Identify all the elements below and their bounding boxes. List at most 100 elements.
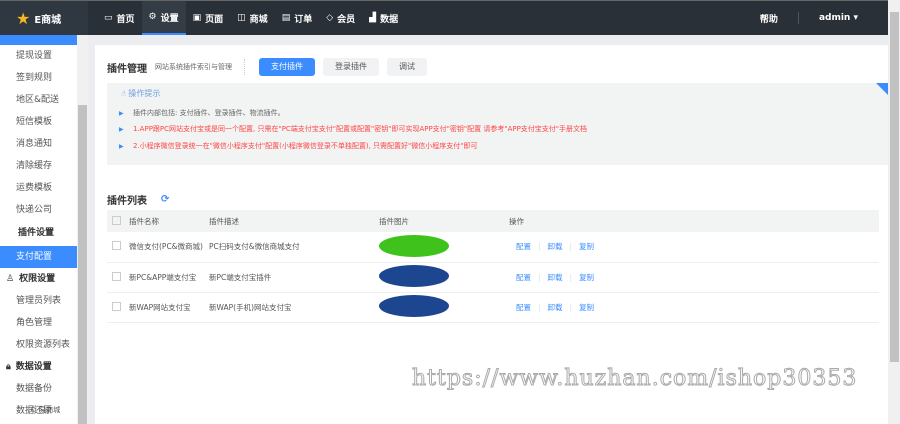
wechat-pay-logo bbox=[379, 234, 449, 257]
row-checkbox[interactable] bbox=[112, 271, 121, 281]
help-link[interactable]: 帮助 bbox=[760, 12, 778, 25]
nav-settings[interactable]: ⚙ 设置 bbox=[141, 1, 186, 35]
uninstall-link[interactable]: 卸载 bbox=[548, 273, 563, 282]
page-scrollbar[interactable] bbox=[888, 0, 900, 424]
chart-icon: ▟ bbox=[369, 13, 377, 23]
username: admin bbox=[818, 13, 851, 23]
tab-payment-plugins[interactable]: 支付插件 bbox=[259, 58, 315, 76]
nav-label: 设置 bbox=[160, 13, 179, 24]
tab-login-plugins[interactable]: 登录插件 bbox=[323, 58, 379, 76]
main-nav: ▭ 首页 ⚙ 设置 ▣ 页面 ◫ 商城 ▤ 订单 ◇ 会员 ▟ 数据 bbox=[97, 1, 405, 35]
watermark: https://www.huzhan.com/ishop30353 bbox=[411, 366, 858, 392]
sidebar-item[interactable]: 管理员列表 bbox=[0, 290, 77, 312]
top-bar: ★ E商城 ▭ 首页 ⚙ 设置 ▣ 页面 ◫ 商城 ▤ 订单 ◇ 会员 ▟ 数据 帮助 admi… bbox=[0, 0, 888, 35]
nav-label: 商城 bbox=[249, 14, 268, 25]
col-image: 插件图片 bbox=[379, 210, 509, 232]
sidebar-item[interactable]: 权限资源列表 bbox=[0, 334, 77, 356]
table-row: 微信支付(PC&微商城) PC扫码支付&微信商城支付 配置 | 卸载 | 复制 bbox=[107, 232, 879, 263]
nav-label: 页面 bbox=[205, 14, 224, 25]
config-link[interactable]: 配置 bbox=[516, 303, 531, 312]
sidebar-item-partial[interactable] bbox=[0, 35, 77, 45]
sidebar-item[interactable]: 地区&配送 bbox=[0, 89, 77, 111]
copy-link[interactable]: 复制 bbox=[579, 273, 594, 282]
tips-panel: ☝ 操作提示 插件内部包括: 支付插件、登录插件、物流插件。 1.APP跟PC网… bbox=[107, 83, 888, 165]
nav-label: 首页 bbox=[116, 14, 135, 25]
copyright: © 易商城 bbox=[30, 406, 61, 414]
sidebar-scrollbar[interactable] bbox=[77, 35, 88, 424]
alipay-logo bbox=[379, 295, 449, 317]
sidebar-item[interactable]: 数据备份 bbox=[0, 378, 77, 400]
monitor-icon: ▭ bbox=[104, 13, 113, 23]
sidebar-item[interactable]: 运费模板 bbox=[0, 177, 77, 199]
caret-down-icon: ▾ bbox=[853, 13, 858, 23]
sidebar-item[interactable]: 签到规则 bbox=[0, 67, 77, 89]
sidebar-item[interactable]: 提现设置 bbox=[0, 45, 77, 67]
group-label: 数据设置 bbox=[15, 362, 52, 372]
nav-label: 数据 bbox=[380, 14, 399, 25]
bag-icon: ◫ bbox=[237, 13, 246, 23]
plugin-desc: PC扫码支付&微信商城支付 bbox=[209, 232, 379, 263]
sidebar-group-permission[interactable]: ♙ 权限设置 bbox=[0, 268, 77, 290]
order-icon: ▤ bbox=[281, 13, 291, 23]
nav-orders[interactable]: ▤ 订单 bbox=[275, 1, 320, 35]
page-icon: ▣ bbox=[192, 13, 202, 23]
user-icon: ♙ bbox=[6, 274, 15, 284]
nav-pages[interactable]: ▣ 页面 bbox=[186, 1, 231, 35]
diamond-icon: ◇ bbox=[326, 13, 334, 23]
nav-label: 会员 bbox=[337, 14, 356, 25]
collapse-corner[interactable] bbox=[876, 83, 888, 95]
tip-line: 2.小程序微信登录统一在"微信小程序支付"配置(小程序微信登录不单独配置), 只… bbox=[119, 140, 679, 153]
tip-line: 插件内部包括: 支付插件、登录插件、物流插件。 bbox=[119, 107, 679, 120]
row-checkbox[interactable] bbox=[112, 301, 121, 311]
plugin-desc: 新PC端支付宝插件 bbox=[209, 262, 379, 293]
tab-debug[interactable]: 调试 bbox=[387, 58, 427, 76]
uninstall-link[interactable]: 卸载 bbox=[548, 303, 563, 312]
sidebar-item[interactable]: 短信模板 bbox=[0, 111, 77, 133]
config-link[interactable]: 配置 bbox=[516, 242, 531, 251]
nav-label: 订单 bbox=[294, 14, 313, 25]
refresh-icon[interactable]: ⟳ bbox=[161, 194, 169, 205]
sidebar-item[interactable]: 快递公司 bbox=[0, 199, 77, 221]
sidebar-group-plugin: 插件设置 bbox=[18, 228, 55, 238]
page-subtitle: 网站系统插件索引与管理 bbox=[155, 59, 245, 75]
plugin-table: 插件名称 插件描述 插件图片 操作 微信支付(PC&微商城) PC扫码支付&微信商… bbox=[107, 210, 879, 323]
col-ops: 操作 bbox=[509, 210, 879, 232]
table-header: 插件名称 插件描述 插件图片 操作 bbox=[107, 210, 879, 232]
list-title: 插件列表 bbox=[107, 196, 147, 207]
tip-line: 1.APP跟PC网站支付宝或是同一个配置, 只需在"PC端支付宝支付"配置或配置… bbox=[119, 123, 679, 136]
sidebar-group-a: 提现设置 签到规则 地区&配送 短信模板 消息通知 清除缓存 运费模板 快递公司 bbox=[0, 45, 77, 221]
plugin-desc: 新WAP(手机)网站支付宝 bbox=[209, 292, 379, 323]
sidebar-group-data[interactable]: 🔒︎ 数据设置 bbox=[0, 356, 77, 378]
col-name: 插件名称 bbox=[129, 210, 209, 232]
uninstall-link[interactable]: 卸载 bbox=[548, 242, 563, 251]
hand-icon: ☝ bbox=[121, 89, 126, 98]
sidebar-item[interactable]: 清除缓存 bbox=[0, 155, 77, 177]
copy-link[interactable]: 复制 bbox=[579, 242, 594, 251]
logo[interactable]: ★ E商城 bbox=[0, 1, 88, 35]
tips-title-text: 操作提示 bbox=[128, 89, 161, 98]
nav-mall[interactable]: ◫ 商城 bbox=[230, 1, 275, 35]
copy-link[interactable]: 复制 bbox=[579, 303, 594, 312]
sidebar-item[interactable]: 角色管理 bbox=[0, 312, 77, 334]
plugin-name: 新PC&APP端支付宝 bbox=[129, 262, 209, 293]
sidebar-item-payment[interactable]: 支付配置 bbox=[0, 246, 77, 268]
group-label: 权限设置 bbox=[19, 274, 56, 284]
nav-members[interactable]: ◇ 会员 bbox=[319, 1, 362, 35]
col-desc: 插件描述 bbox=[209, 210, 379, 232]
row-checkbox[interactable] bbox=[112, 241, 121, 251]
plugin-name: 微信支付(PC&微商城) bbox=[129, 232, 209, 263]
plugin-name: 新WAP网站支付宝 bbox=[129, 292, 209, 323]
nav-home[interactable]: ▭ 首页 bbox=[97, 1, 142, 35]
user-menu[interactable]: admin ▾ bbox=[819, 13, 858, 23]
gear-icon: ⚙ bbox=[148, 12, 157, 22]
select-all-checkbox[interactable] bbox=[112, 215, 121, 225]
tips-title: ☝ 操作提示 bbox=[121, 88, 160, 99]
nav-data[interactable]: ▟ 数据 bbox=[362, 1, 405, 35]
page-title: 插件管理 bbox=[107, 63, 147, 75]
divider bbox=[797, 12, 799, 24]
lock-icon: 🔒︎ bbox=[6, 362, 11, 372]
sidebar: 提现设置 签到规则 地区&配送 短信模板 消息通知 清除缓存 运费模板 快递公司… bbox=[0, 35, 77, 424]
table-row: 新PC&APP端支付宝 新PC端支付宝插件 配置 | 卸载 | 复制 bbox=[107, 262, 879, 293]
sidebar-item[interactable]: 消息通知 bbox=[0, 133, 77, 155]
config-link[interactable]: 配置 bbox=[516, 273, 531, 282]
